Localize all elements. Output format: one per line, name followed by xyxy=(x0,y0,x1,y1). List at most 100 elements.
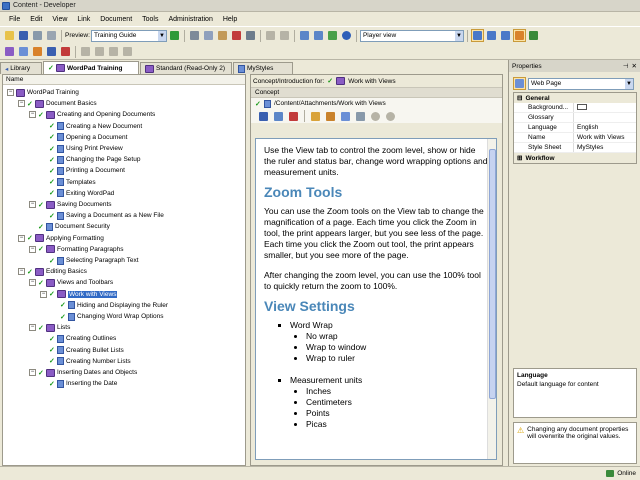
record-button[interactable] xyxy=(59,45,72,58)
delete-button[interactable] xyxy=(230,29,243,42)
redo-button[interactable] xyxy=(278,29,291,42)
tree-item[interactable]: ✓ Changing Word Wrap Options xyxy=(51,311,163,322)
tree-item[interactable]: − ✓ Work with Views xyxy=(40,289,118,300)
tree-item[interactable]: ✓ Inserting the Date xyxy=(40,378,117,389)
find-button[interactable] xyxy=(244,29,257,42)
tree-item[interactable]: − ✓ Applying Formatting xyxy=(18,233,104,244)
tab-library[interactable]: ◂ Library xyxy=(0,62,42,74)
menu-view[interactable]: View xyxy=(47,16,72,23)
concept-intro-value[interactable]: Work with Views xyxy=(348,78,395,85)
layout-2-button[interactable] xyxy=(485,29,498,42)
menu-link[interactable]: Link xyxy=(72,16,95,23)
undo-button[interactable] xyxy=(264,29,277,42)
document-scrollbar[interactable] xyxy=(487,139,496,459)
layout-3-button[interactable] xyxy=(499,29,512,42)
collapse-toggle-icon[interactable]: − xyxy=(29,369,36,376)
check-in-button[interactable] xyxy=(298,29,311,42)
group-workflow[interactable]: ⊞ Workflow xyxy=(514,153,636,163)
menu-document[interactable]: Document xyxy=(95,16,137,23)
menu-edit[interactable]: Edit xyxy=(25,16,47,23)
menu-tools[interactable]: Tools xyxy=(137,16,163,23)
tree-item[interactable]: − ✓ Saving Documents xyxy=(29,199,112,210)
tree-item[interactable]: ✓ Creating Outlines xyxy=(40,333,116,344)
layout-1-button[interactable] xyxy=(470,29,484,42)
property-row-glossary[interactable]: Glossary xyxy=(514,113,636,123)
paste-button[interactable] xyxy=(216,29,229,42)
categorized-button[interactable] xyxy=(513,77,526,90)
property-row-name[interactable]: Name Work with Views xyxy=(514,133,636,143)
preview-select[interactable]: Training Guide ▼ xyxy=(90,29,167,42)
tree-item[interactable]: ✓ Printing a Document xyxy=(40,165,125,176)
refresh-button[interactable] xyxy=(326,29,339,42)
menu-file[interactable]: File xyxy=(4,16,25,23)
tab-wordpad-training[interactable]: ✓ WordPad Training xyxy=(43,61,139,74)
collapse-toggle-icon[interactable]: − xyxy=(40,290,47,298)
cut-button[interactable] xyxy=(188,29,201,42)
help-button[interactable] xyxy=(340,29,353,42)
close-icon[interactable]: ✕ xyxy=(632,62,637,70)
attach-button[interactable] xyxy=(272,110,285,123)
save-button[interactable] xyxy=(17,29,30,42)
property-row-background[interactable]: Background... xyxy=(514,103,636,113)
tree-item[interactable]: ✓ Opening a Document xyxy=(40,132,127,143)
collapse-toggle-icon[interactable]: − xyxy=(18,234,25,242)
new-section-button[interactable] xyxy=(17,45,30,58)
layout-4-button[interactable] xyxy=(512,29,526,42)
scrollbar-thumb[interactable] xyxy=(489,149,496,399)
collapse-toggle-icon[interactable]: − xyxy=(7,89,14,96)
tree-item[interactable]: ✓ Saving a Document as a New File xyxy=(40,210,164,221)
new-module-button[interactable] xyxy=(3,45,16,58)
tree-item[interactable]: ✓ Creating a New Document xyxy=(40,121,142,132)
new-web-page-button[interactable] xyxy=(45,45,58,58)
tree-item[interactable]: ✓ Document Security xyxy=(29,221,110,232)
tree-item[interactable]: ✓ Selecting Paragraph Text xyxy=(40,255,139,266)
tree-item[interactable]: ✓ Exiting WordPad xyxy=(40,188,114,199)
move-up-button[interactable] xyxy=(107,45,120,58)
preview-button[interactable] xyxy=(354,110,367,123)
column-header[interactable]: Name xyxy=(3,75,245,85)
layout-5-button[interactable] xyxy=(527,29,540,42)
link-button[interactable] xyxy=(257,110,270,123)
move-down-button[interactable] xyxy=(121,45,134,58)
collapse-toggle-icon[interactable]: − xyxy=(29,201,36,208)
tab-standard[interactable]: Standard (Read-Only 2) xyxy=(140,62,232,74)
menu-administration[interactable]: Administration xyxy=(163,16,217,23)
collapse-toggle-icon[interactable]: − xyxy=(18,100,25,108)
tree-item[interactable]: ✓ Hiding and Displaying the Ruler xyxy=(51,300,168,311)
group-general[interactable]: ⊟ General xyxy=(514,93,636,103)
properties-button[interactable] xyxy=(324,110,337,123)
print-button[interactable] xyxy=(45,29,58,42)
menu-help[interactable]: Help xyxy=(218,16,242,23)
move-left-button[interactable] xyxy=(79,45,92,58)
move-right-button[interactable] xyxy=(93,45,106,58)
tree-item[interactable]: − ✓ Formatting Paragraphs xyxy=(29,244,123,255)
tree-item[interactable]: ✓ Changing the Page Setup xyxy=(40,154,140,165)
collapse-toggle-icon[interactable]: − xyxy=(29,279,36,287)
edit-button[interactable] xyxy=(309,110,322,123)
concept-document[interactable]: Use the View tab to control the zoom lev… xyxy=(255,138,497,460)
tree-item[interactable]: − ✓ Inserting Dates and Objects xyxy=(29,367,137,378)
preview-go-button[interactable] xyxy=(168,29,181,42)
property-row-style-sheet[interactable]: Style Sheet MyStyles xyxy=(514,143,636,153)
tree-item[interactable]: ✓ Creating Bullet Lists xyxy=(40,345,124,356)
object-type-select[interactable]: Web Page ▼ xyxy=(528,77,634,90)
property-row-language[interactable]: Language English xyxy=(514,123,636,133)
check-out-button[interactable] xyxy=(312,29,325,42)
tab-mystyles[interactable]: MyStyles xyxy=(233,62,293,74)
copy-button[interactable] xyxy=(202,29,215,42)
collapse-toggle-icon[interactable]: − xyxy=(29,111,36,119)
collapse-toggle-icon[interactable]: − xyxy=(29,324,36,332)
tree-item[interactable]: − ✓ Editing Basics xyxy=(18,266,87,277)
tree-item[interactable]: − ✓ Document Basics xyxy=(18,98,97,109)
tree-item[interactable]: ✓ Templates xyxy=(40,177,96,188)
remove-link-button[interactable] xyxy=(287,110,300,123)
open-button[interactable] xyxy=(3,29,16,42)
forward-button[interactable] xyxy=(384,110,397,123)
open-file-button[interactable] xyxy=(339,110,352,123)
player-view-select[interactable]: Player view ▼ xyxy=(359,29,464,42)
tree-item[interactable]: − ✓ Lists xyxy=(29,322,70,333)
close-doc-button[interactable] xyxy=(31,29,44,42)
tree-item[interactable]: ✓ Using Print Preview xyxy=(40,143,123,154)
new-topic-button[interactable] xyxy=(31,45,44,58)
collapse-toggle-icon[interactable]: − xyxy=(29,245,36,253)
